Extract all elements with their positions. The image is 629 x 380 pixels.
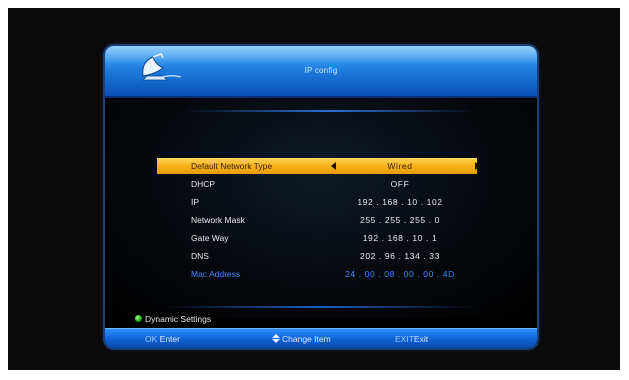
setting-label: DHCP xyxy=(191,179,216,189)
setting-label: Gate Way xyxy=(191,233,229,243)
change-item-hint[interactable]: Change Item xyxy=(272,334,331,344)
top-divider xyxy=(185,110,475,112)
dynamic-settings-hint[interactable]: Dynamic Settings xyxy=(135,314,212,324)
setting-row-gateway[interactable]: Gate Way 192 . 168 . 10 . 1 xyxy=(157,230,477,246)
setting-row-network-type[interactable]: Default Network Type Wired xyxy=(157,158,480,174)
setting-label: Mac Address xyxy=(191,269,241,279)
key-hint-bar: OK Enter Change Item EXITExit xyxy=(105,328,537,348)
setting-value: Wired xyxy=(387,161,413,171)
exit-hint[interactable]: EXITExit xyxy=(395,334,428,344)
green-button-icon xyxy=(135,315,142,322)
setting-value: 192 . 168 . 10 . 102 xyxy=(357,197,443,207)
tv-screen: IP config Default Network Type Wired DHC… xyxy=(8,8,620,370)
setting-row-mac-address: Mac Address 24 . 00 . 08 . 00 . 00 . 4D xyxy=(157,266,477,282)
dialog-header: IP config xyxy=(105,46,537,98)
setting-value: OFF xyxy=(390,179,410,189)
ip-config-dialog: IP config Default Network Type Wired DHC… xyxy=(105,46,537,348)
setting-row-network-mask[interactable]: Network Mask 255 . 255 . 255 . 0 xyxy=(157,212,477,228)
arrow-right-icon[interactable] xyxy=(475,162,480,170)
setting-label: IP xyxy=(191,197,200,207)
setting-value: 192 . 168 . 10 . 1 xyxy=(362,233,438,243)
ok-enter-hint[interactable]: OK Enter xyxy=(145,334,180,344)
setting-value: 202 . 96 . 134 . 33 xyxy=(360,251,440,261)
up-down-arrows-icon xyxy=(272,334,280,343)
bottom-divider xyxy=(165,306,475,308)
setting-label: Network Mask xyxy=(191,215,245,225)
ok-action-label: Enter xyxy=(159,334,180,344)
ok-key-label: OK xyxy=(145,334,158,344)
setting-value: 255 . 255 . 255 . 0 xyxy=(360,215,440,225)
dynamic-settings-label: Dynamic Settings xyxy=(145,314,212,324)
exit-action-label: Exit xyxy=(413,334,429,344)
setting-row-ip[interactable]: IP 192 . 168 . 10 . 102 xyxy=(157,194,477,210)
setting-row-dhcp[interactable]: DHCP OFF xyxy=(157,176,477,192)
setting-value: 24 . 00 . 08 . 00 . 00 . 4D xyxy=(345,269,455,279)
setting-row-dns[interactable]: DNS 202 . 96 . 134 . 33 xyxy=(157,248,477,264)
setting-label: Default Network Type xyxy=(191,161,273,171)
settings-area: Default Network Type Wired DHCP OFF IP 1… xyxy=(105,98,537,318)
change-action-label: Change Item xyxy=(282,334,331,344)
setting-label: DNS xyxy=(191,251,209,261)
dialog-title: IP config xyxy=(304,66,338,75)
exit-key-label: EXIT xyxy=(395,334,414,344)
